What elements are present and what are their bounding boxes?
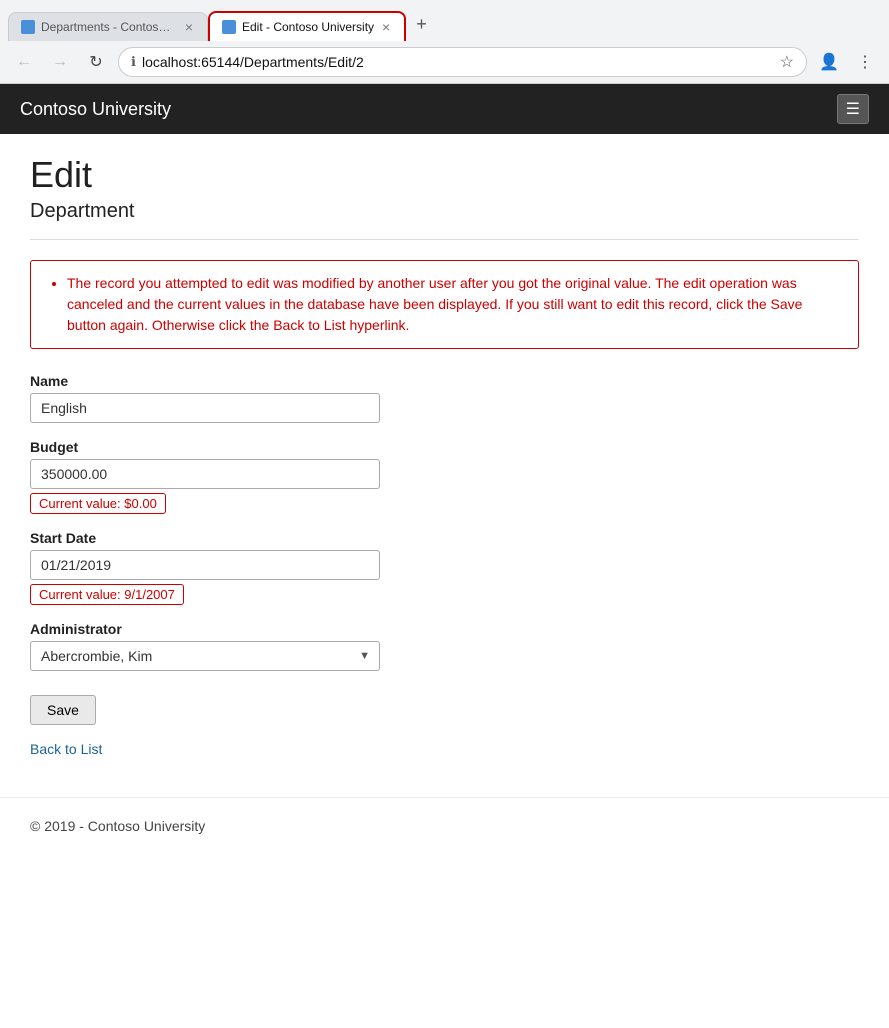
error-message: The record you attempted to edit was mod… xyxy=(67,273,842,336)
footer: © 2019 - Contoso University xyxy=(0,797,889,854)
error-box: The record you attempted to edit was mod… xyxy=(30,260,859,349)
navbar-toggle-button[interactable]: ☰ xyxy=(837,94,869,124)
tab-bar: Departments - Contoso Universi... × Edit… xyxy=(0,0,889,41)
budget-field-group: Budget Current value: $0.00 xyxy=(30,439,859,514)
page-subheading: Department xyxy=(30,200,859,223)
address-bar: ← → ↻ ℹ localhost:65144/Departments/Edit… xyxy=(0,41,889,83)
app-navbar: Contoso University ☰ xyxy=(0,84,889,134)
url-box[interactable]: ℹ localhost:65144/Departments/Edit/2 ☆ xyxy=(118,47,807,77)
tab-close-edit[interactable]: × xyxy=(380,19,392,35)
tab-title-edit: Edit - Contoso University xyxy=(242,20,374,34)
startdate-current-value: Current value: 9/1/2007 xyxy=(30,584,184,605)
budget-label: Budget xyxy=(30,439,859,455)
browser-chrome: Departments - Contoso Universi... × Edit… xyxy=(0,0,889,84)
bookmark-icon[interactable]: ☆ xyxy=(780,52,794,72)
page-heading: Edit xyxy=(30,154,859,196)
account-icon[interactable]: 👤 xyxy=(815,48,843,76)
administrator-label: Administrator xyxy=(30,621,859,637)
main-content: Edit Department The record you attempted… xyxy=(0,134,889,777)
reload-button[interactable]: ↻ xyxy=(82,48,110,76)
url-text: localhost:65144/Departments/Edit/2 xyxy=(142,54,774,70)
back-to-list-link[interactable]: Back to List xyxy=(30,741,859,757)
tab-edit[interactable]: Edit - Contoso University × xyxy=(208,11,406,41)
name-label: Name xyxy=(30,373,859,389)
back-nav-button[interactable]: ← xyxy=(10,48,38,76)
administrator-field-group: Administrator Abercrombie, Kim Fakhouri,… xyxy=(30,621,859,671)
tab-favicon-departments xyxy=(21,20,35,34)
tab-departments[interactable]: Departments - Contoso Universi... × xyxy=(8,12,208,41)
administrator-select[interactable]: Abercrombie, Kim Fakhouri, Fadi Harui, R… xyxy=(30,641,380,671)
form-actions: Save xyxy=(30,687,859,725)
forward-nav-button[interactable]: → xyxy=(46,48,74,76)
startdate-label: Start Date xyxy=(30,530,859,546)
footer-text: © 2019 - Contoso University xyxy=(30,818,205,834)
error-list: The record you attempted to edit was mod… xyxy=(47,273,842,336)
menu-icon[interactable]: ⋮ xyxy=(851,48,879,76)
new-tab-button[interactable]: + xyxy=(406,8,437,41)
tab-favicon-edit xyxy=(222,20,236,34)
app-title: Contoso University xyxy=(20,99,171,120)
tab-close-departments[interactable]: × xyxy=(183,19,195,35)
name-input[interactable] xyxy=(30,393,380,423)
save-button[interactable]: Save xyxy=(30,695,96,725)
tab-title-departments: Departments - Contoso Universi... xyxy=(41,20,177,34)
startdate-field-group: Start Date Current value: 9/1/2007 xyxy=(30,530,859,605)
budget-current-value: Current value: $0.00 xyxy=(30,493,166,514)
lock-icon: ℹ xyxy=(131,54,136,70)
name-field-group: Name xyxy=(30,373,859,423)
administrator-select-wrapper: Abercrombie, Kim Fakhouri, Fadi Harui, R… xyxy=(30,641,380,671)
startdate-input[interactable] xyxy=(30,550,380,580)
budget-input[interactable] xyxy=(30,459,380,489)
divider xyxy=(30,239,859,240)
